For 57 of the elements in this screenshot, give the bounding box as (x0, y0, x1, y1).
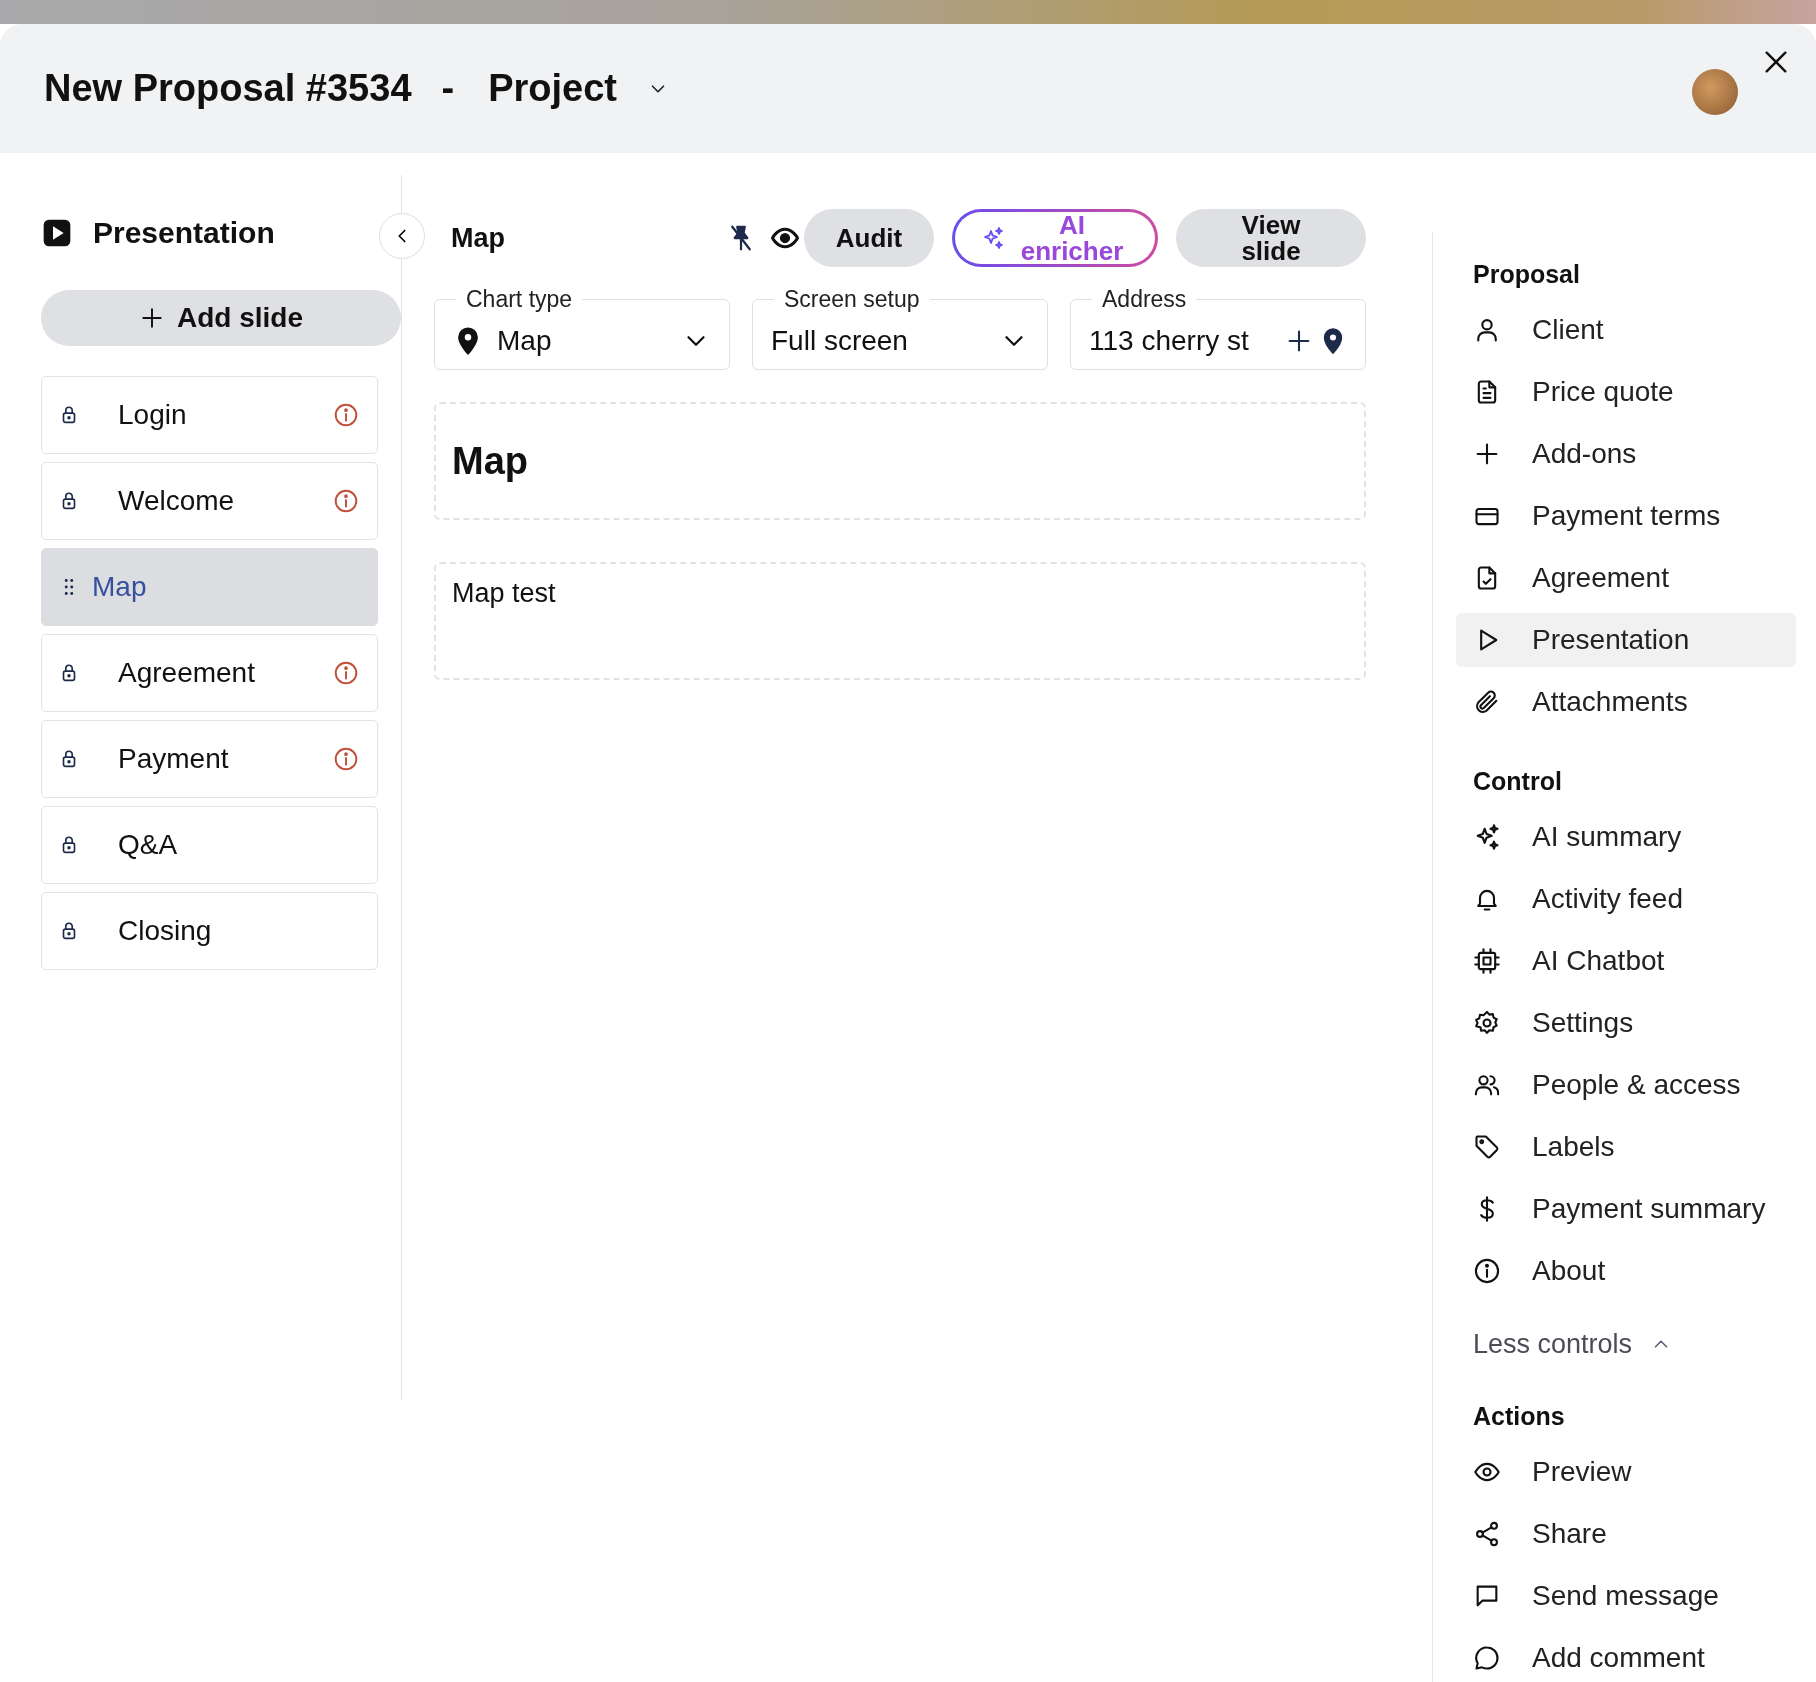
slide-title: Map (451, 222, 506, 254)
slide-item[interactable]: Payment (41, 720, 378, 798)
screen-setup-select[interactable]: Full screen (771, 325, 1029, 357)
nav-item[interactable]: Client (1456, 303, 1796, 357)
slide-item[interactable]: Welcome (41, 462, 378, 540)
nav-item[interactable]: About (1456, 1244, 1796, 1298)
slide-heading: Map (452, 439, 528, 483)
project-name: Project (488, 67, 617, 110)
nav-item[interactable]: Share (1456, 1507, 1796, 1561)
slide-text: Map test (452, 578, 557, 609)
nav-item[interactable]: Presentation (1456, 613, 1796, 667)
nav-item[interactable]: Payment terms (1456, 489, 1796, 543)
nav-item[interactable]: People & access (1456, 1058, 1796, 1112)
field-label: Screen setup (783, 286, 921, 313)
panel-title: Presentation (93, 216, 275, 250)
heading-block[interactable]: Map (434, 402, 1366, 520)
field-label: Chart type (465, 286, 574, 313)
field-label: Address (1101, 286, 1188, 313)
chip-icon (1473, 947, 1501, 975)
section-heading: Proposal (1473, 260, 1581, 289)
action-button[interactable]: Audit (804, 209, 934, 267)
share-icon (1473, 1520, 1501, 1548)
title-separator: - (441, 67, 455, 110)
text-block[interactable]: Map test (434, 562, 1366, 680)
proposal-title: New Proposal #3534 (44, 67, 412, 110)
settings-icon (1473, 1009, 1501, 1037)
nav-item[interactable]: Attachments (1456, 675, 1796, 729)
slide-item[interactable]: Map (41, 548, 378, 626)
nav-item[interactable]: Agreement (1456, 551, 1796, 605)
nav-item[interactable]: Payment summary (1456, 1182, 1796, 1236)
nav-item[interactable]: Send message (1456, 1569, 1796, 1623)
nav-item[interactable]: AI Chatbot (1456, 934, 1796, 988)
address-input[interactable]: 113 cherry st (1089, 325, 1285, 357)
nav-item[interactable]: Labels (1456, 1120, 1796, 1174)
info-icon (1473, 1257, 1501, 1285)
section-heading: Actions (1473, 1402, 1566, 1431)
slide-item[interactable]: Q&A (41, 806, 378, 884)
chart-type-select[interactable]: Map (453, 325, 711, 357)
sparkles-icon (981, 226, 1005, 250)
tag-icon (1473, 1133, 1501, 1161)
comment-icon (1473, 1644, 1501, 1672)
nav-item[interactable]: Add-ons (1456, 427, 1796, 481)
avatar[interactable] (1692, 68, 1738, 115)
nav-item[interactable]: AI summary (1456, 810, 1796, 864)
nav-item[interactable]: Preview (1456, 1445, 1796, 1499)
nav-item[interactable]: Add comment (1456, 1631, 1796, 1682)
slide-item[interactable]: Closing (41, 892, 378, 970)
slide-item[interactable]: Agreement (41, 634, 378, 712)
slide-item[interactable]: Login (41, 376, 378, 454)
action-button[interactable]: View slide (1176, 209, 1366, 267)
nav-item[interactable]: Activity feed (1456, 872, 1796, 926)
toggle-controls-button[interactable]: Less controls (1473, 1324, 1673, 1364)
nav-item[interactable]: Price quote (1456, 365, 1796, 419)
add-slide-button[interactable]: Add slide (41, 290, 401, 346)
section-heading: Control (1473, 767, 1563, 796)
play-icon (41, 217, 73, 249)
nav-item[interactable]: Settings (1456, 996, 1796, 1050)
